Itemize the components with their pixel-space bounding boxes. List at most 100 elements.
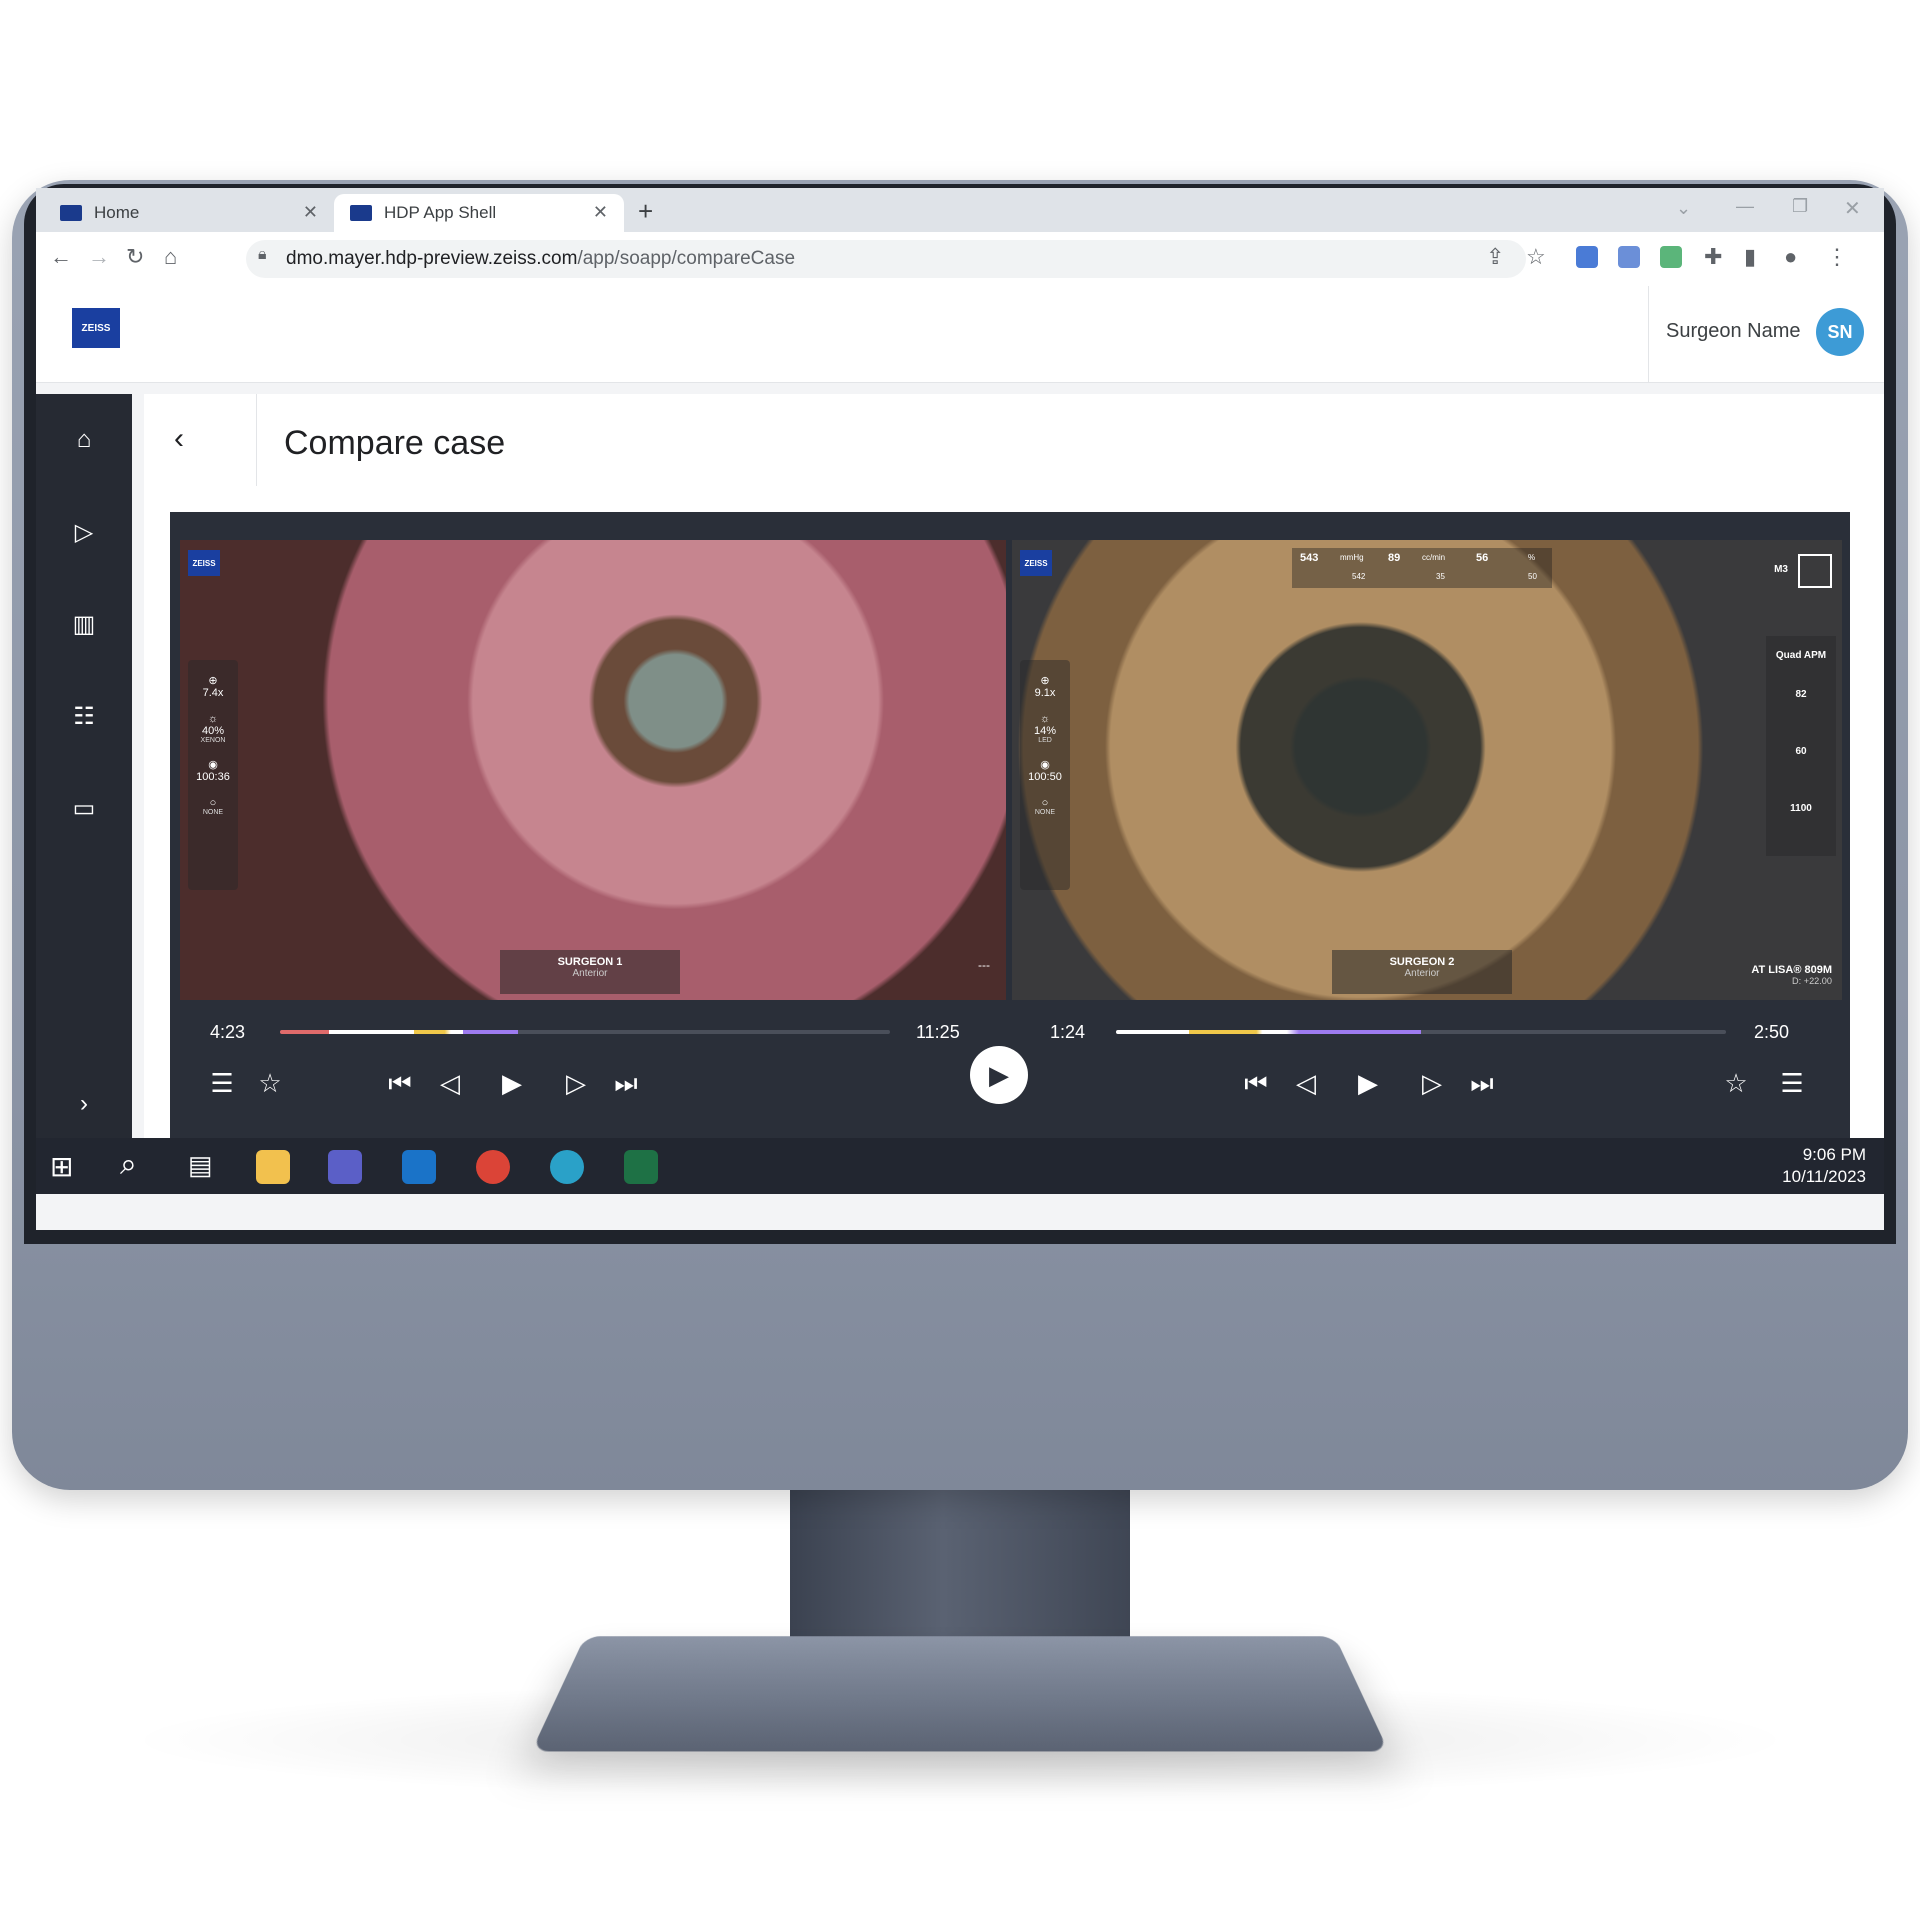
light-icon: ☼ <box>208 713 218 725</box>
screen: Home ✕ HDP App Shell ✕ + ⌄ — ❐ ✕ ← → ↻ ⌂… <box>36 188 1884 1230</box>
reload-icon[interactable]: ↻ <box>126 244 144 270</box>
mode-badge: M3 <box>1774 564 1788 575</box>
step-forward-icon[interactable]: ▷ <box>556 1068 596 1099</box>
play-icon[interactable]: ▶ <box>492 1068 532 1099</box>
screencast-extension-icon[interactable] <box>1576 246 1598 268</box>
restore-icon[interactable]: ❐ <box>1792 196 1808 217</box>
chevron-right-icon[interactable]: › <box>64 1084 104 1124</box>
step-back-icon[interactable]: ◁ <box>1286 1068 1326 1099</box>
user-list-icon[interactable]: ☷ <box>64 696 104 736</box>
bar-chart-icon[interactable]: ▥ <box>64 604 104 644</box>
device-value: 82 <box>1766 689 1836 700</box>
side-panel-icon[interactable]: ▮ <box>1744 244 1756 270</box>
close-icon[interactable]: ✕ <box>593 202 608 223</box>
minimize-icon[interactable]: — <box>1736 196 1754 217</box>
lens-label: AT LISA® 809M <box>1751 964 1832 976</box>
light-value: 40% <box>202 725 224 737</box>
play-both-button[interactable]: ▶ <box>970 1046 1028 1104</box>
zeiss-logo[interactable]: ZEISS <box>72 308 120 348</box>
play-icon[interactable]: ▷ <box>64 512 104 552</box>
back-chevron-icon[interactable]: ‹ <box>174 422 184 456</box>
step-back-icon[interactable]: ◁ <box>430 1068 470 1099</box>
left-current-time: 4:23 <box>210 1022 245 1043</box>
device-stats: Quad APM 82 60 1100 <box>1766 636 1836 856</box>
left-timeline[interactable] <box>280 1030 890 1034</box>
stat-unit: cc/min <box>1422 553 1445 562</box>
skip-end-icon[interactable]: ⏭ <box>606 1068 646 1100</box>
tab-hdp-app-shell[interactable]: HDP App Shell ✕ <box>334 194 624 232</box>
outlook-icon[interactable] <box>402 1150 436 1184</box>
browser-tabbar: Home ✕ HDP App Shell ✕ + ⌄ — ❐ ✕ <box>36 188 1884 232</box>
light-value: 14% <box>1034 725 1056 737</box>
new-tab-icon[interactable]: + <box>638 196 653 227</box>
lens-info: AT LISA® 809M D: +22.00 <box>1751 964 1832 986</box>
user-name[interactable]: Surgeon Name <box>1666 320 1801 343</box>
video-right[interactable]: ZEISS 543 mmHg 542 89 cc/min 35 56 % 50 … <box>1012 540 1842 1000</box>
system-clock[interactable]: 9:06 PM 10/11/2023 <box>1782 1144 1866 1188</box>
tab-label: HDP App Shell <box>384 203 496 223</box>
tab-search-icon[interactable]: ⌄ <box>1676 198 1691 219</box>
url-host: dmo.mayer.hdp-preview.zeiss.com <box>286 248 577 269</box>
teams-icon[interactable] <box>328 1150 362 1184</box>
left-total-time: 11:25 <box>916 1022 960 1043</box>
light-type: XENON <box>188 737 238 744</box>
compare-player: ZEISS ⊕ 7.4x ☼ 40% XENON ◉ 100:36 ○ NONE SURG… <box>170 512 1850 1152</box>
light-icon: ☼ <box>1040 713 1050 725</box>
avatar[interactable]: SN <box>1816 308 1864 356</box>
forward-arrow-icon[interactable]: → <box>88 244 110 270</box>
windows-taskbar: ⊞ ⌕ ▤ 9:06 PM 10/11/2023 <box>36 1138 1884 1194</box>
main-content: ‹ Compare case ZEISS ⊕ 7.4x ☼ 40% XENON ◉ 10… <box>144 394 1884 1164</box>
window-close-icon[interactable]: ✕ <box>1844 196 1861 221</box>
focus-value: 100:36 <box>196 771 230 783</box>
stat-sub: 50 <box>1528 572 1537 581</box>
skip-start-icon[interactable]: ⏮ <box>380 1068 420 1100</box>
home-icon[interactable]: ⌂ <box>64 420 104 460</box>
file-explorer-icon[interactable] <box>256 1150 290 1184</box>
zoom-icon: ⊕ <box>1040 675 1049 687</box>
browser-addressbar: ← → ↻ ⌂ 🔒︎ dmo.mayer.hdp-preview.zeiss.c… <box>36 232 1884 287</box>
video-zeiss-logo: ZEISS <box>1020 550 1052 576</box>
chapters-list-icon[interactable]: ☰ <box>1772 1068 1812 1099</box>
skip-end-icon[interactable]: ⏭ <box>1462 1068 1502 1100</box>
zoom-value: 9.1x <box>1035 687 1056 699</box>
url-text[interactable]: dmo.mayer.hdp-preview.zeiss.com/app/soap… <box>286 248 795 270</box>
right-timeline[interactable] <box>1116 1030 1726 1034</box>
search-icon[interactable]: ⌕ <box>120 1148 137 1182</box>
chrome-icon[interactable] <box>476 1150 510 1184</box>
translate-page-extension-icon[interactable] <box>1660 246 1682 268</box>
video-left[interactable]: ZEISS ⊕ 7.4x ☼ 40% XENON ◉ 100:36 ○ NONE SURG… <box>180 540 1006 1000</box>
focus-value: 100:50 <box>1028 771 1062 783</box>
puzzle-icon[interactable]: ✚ <box>1704 244 1722 270</box>
translate-extension-icon[interactable] <box>1618 246 1640 268</box>
clock-date: 10/11/2023 <box>1782 1166 1866 1188</box>
play-icon[interactable]: ▶ <box>1348 1068 1388 1099</box>
excel-icon[interactable] <box>624 1150 658 1184</box>
lock-icon: 🔒︎ <box>258 246 267 264</box>
windows-start-icon[interactable]: ⊞ <box>50 1150 73 1183</box>
device-value: 1100 <box>1766 803 1836 814</box>
stat-sub: 542 <box>1352 572 1365 581</box>
task-view-icon[interactable]: ▤ <box>188 1150 213 1181</box>
edge-icon[interactable] <box>550 1150 584 1184</box>
diopter-label: D: +22.00 <box>1751 976 1832 986</box>
tab-home[interactable]: Home ✕ <box>44 194 334 232</box>
step-forward-icon[interactable]: ▷ <box>1412 1068 1452 1099</box>
close-icon[interactable]: ✕ <box>303 202 318 223</box>
chapters-list-icon[interactable]: ☰ <box>202 1068 242 1099</box>
video-settings-hud: ⊕ 7.4x ☼ 40% XENON ◉ 100:36 ○ NONE <box>188 660 238 890</box>
tab-label: Home <box>94 203 139 223</box>
zeiss-favicon-icon <box>350 205 372 221</box>
profile-icon[interactable]: ● <box>1784 244 1797 270</box>
bookmark-star-icon[interactable]: ☆ <box>1716 1068 1756 1099</box>
skip-start-icon[interactable]: ⏮ <box>1236 1068 1276 1100</box>
back-arrow-icon[interactable]: ← <box>50 244 72 270</box>
bookmark-star-icon[interactable]: ☆ <box>1526 244 1546 270</box>
focus-icon: ◉ <box>1040 759 1050 771</box>
home-icon[interactable]: ⌂ <box>164 244 177 270</box>
kebab-menu-icon[interactable]: ⋮ <box>1826 244 1848 270</box>
zoom-value: 7.4x <box>203 687 224 699</box>
bookmark-star-icon[interactable]: ☆ <box>250 1068 290 1099</box>
share-icon[interactable]: ⇪ <box>1486 244 1504 270</box>
right-current-time: 1:24 <box>1050 1022 1085 1043</box>
comment-icon[interactable]: ▭ <box>64 788 104 828</box>
